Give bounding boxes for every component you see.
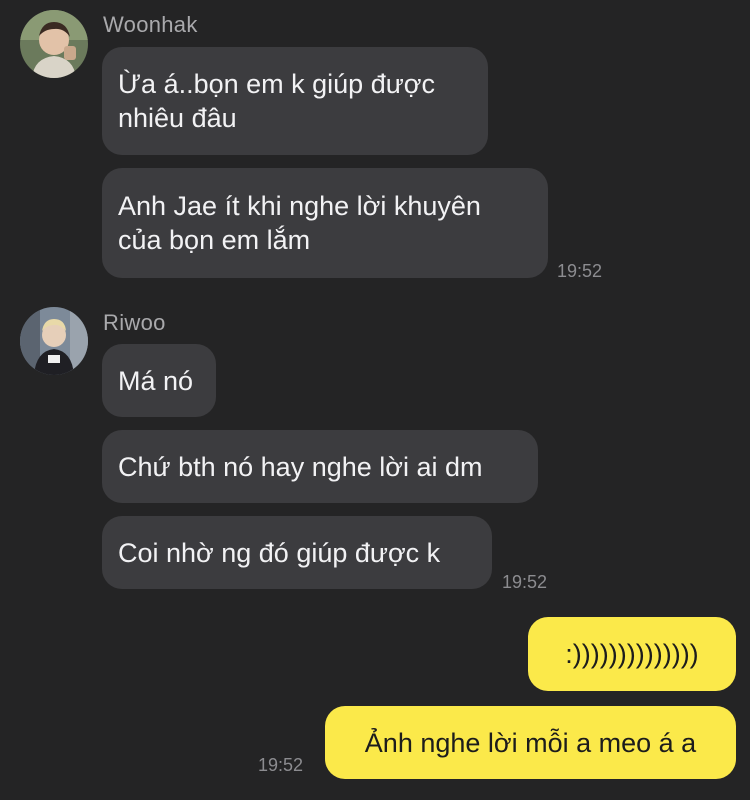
sender-name-riwoo: Riwoo — [103, 310, 166, 335]
riwoo-photo — [20, 307, 88, 375]
sender-name-woonhak: Woonhak — [103, 12, 198, 37]
message-bubble[interactable]: Coi nhờ ng đó giúp được k — [102, 516, 492, 589]
woonhak-photo — [20, 10, 88, 78]
message-bubble[interactable]: Má nó — [102, 344, 216, 417]
avatar-riwoo[interactable] — [20, 307, 88, 375]
message-timestamp: 19:52 — [557, 261, 603, 281]
message-bubble[interactable]: Anh Jae ít khi nghe lời khuyên của bọn e… — [102, 168, 548, 278]
avatar-woonhak[interactable] — [20, 10, 88, 78]
message-bubble-outgoing[interactable]: :)))))))))))))) — [528, 617, 736, 691]
message-bubble[interactable]: Ừa á..bọn em k giúp được nhiêu đâu — [102, 47, 488, 155]
message-timestamp: 19:52 — [258, 755, 304, 775]
message-timestamp: 19:52 — [502, 572, 548, 592]
message-bubble[interactable]: Chứ bth nó hay nghe lời ai dm — [102, 430, 538, 503]
chat-thread: Woonhak Ừa á..bọn em k giúp được nhiêu đ… — [0, 0, 750, 800]
message-bubble-outgoing[interactable]: Ảnh nghe lời mỗi a meo á a — [325, 706, 736, 779]
